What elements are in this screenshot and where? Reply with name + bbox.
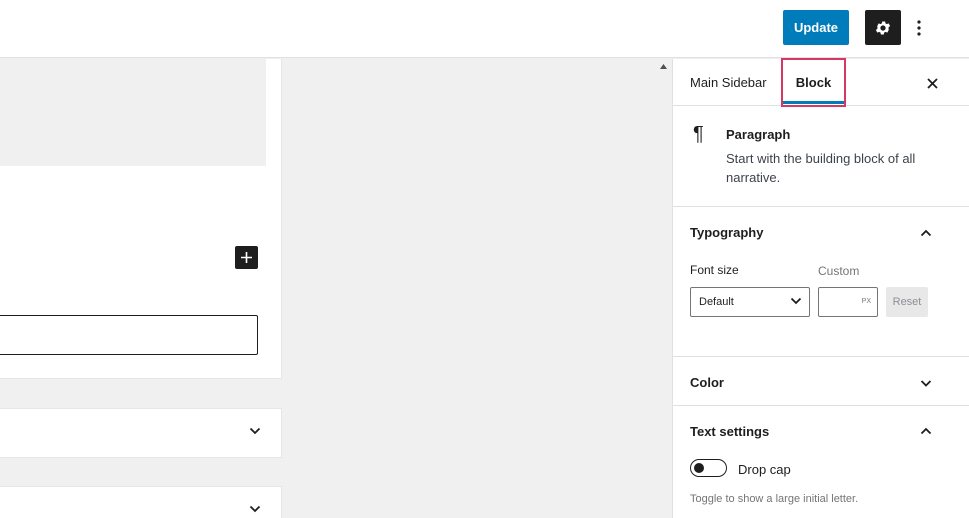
text-settings-panel-toggle[interactable]: Text settings [690, 424, 769, 439]
gear-icon [875, 20, 891, 35]
meta-box-panel[interactable] [0, 486, 282, 518]
chevron-up-icon[interactable] [919, 424, 933, 438]
text-settings-panel: Text settings Drop cap Toggle to show a … [673, 406, 969, 518]
custom-font-size-input[interactable]: PX [818, 287, 878, 317]
triangle-up-icon [659, 63, 667, 69]
paragraph-icon: ¶ [693, 123, 704, 145]
font-size-select[interactable]: Default [690, 287, 810, 317]
drop-cap-help-text: Toggle to show a large initial letter. [690, 493, 859, 505]
font-size-value: Default [699, 296, 734, 308]
tab-block-label: Block [795, 75, 832, 90]
color-panel[interactable]: Color [673, 357, 969, 406]
settings-sidebar: Main Sidebar Block ¶ Paragraph Start wit… [672, 58, 969, 518]
chevron-down-icon[interactable] [919, 376, 933, 390]
chevron-down-icon [249, 427, 261, 435]
chevron-down-icon [249, 505, 261, 513]
update-button[interactable]: Update [783, 10, 849, 45]
block-description: Start with the building block of all nar… [726, 151, 916, 185]
toggle-knob [694, 463, 704, 473]
top-toolbar: Update [0, 0, 969, 58]
close-sidebar-button[interactable] [922, 73, 942, 93]
sidebar-tabs: Main Sidebar Block [673, 58, 969, 107]
block-title: Paragraph [726, 127, 791, 142]
color-panel-toggle[interactable]: Color [690, 375, 724, 390]
typography-panel: Typography Font size Custom Default PX R… [673, 207, 969, 357]
drop-cap-label: Drop cap [738, 462, 791, 477]
paragraph-block-input[interactable] [0, 315, 258, 355]
block-card: ¶ Paragraph Start with the building bloc… [673, 106, 969, 207]
block-inserter-button[interactable] [235, 246, 258, 269]
editor-content-area [0, 59, 282, 379]
reset-button[interactable]: Reset [886, 287, 928, 317]
settings-button[interactable] [865, 10, 901, 45]
typography-panel-toggle[interactable]: Typography [690, 225, 763, 240]
scroll-up-arrow[interactable] [658, 62, 668, 70]
font-size-label: Font size [690, 263, 739, 277]
drop-cap-toggle[interactable] [690, 459, 727, 477]
unit-label: PX [861, 298, 871, 305]
plus-icon [241, 252, 252, 263]
vertical-ellipsis-icon [917, 19, 921, 36]
active-tab-indicator [783, 101, 844, 104]
more-options-button[interactable] [909, 10, 929, 45]
custom-size-label: Custom [818, 264, 860, 278]
chevron-up-icon[interactable] [919, 226, 933, 240]
editor-canvas [0, 59, 672, 518]
meta-box-panel[interactable] [0, 408, 282, 458]
close-icon [926, 77, 938, 89]
tab-main-sidebar[interactable]: Main Sidebar [690, 59, 767, 106]
image-placeholder[interactable] [0, 59, 266, 166]
tab-block[interactable]: Block [781, 58, 846, 107]
chevron-down-icon [790, 297, 802, 305]
